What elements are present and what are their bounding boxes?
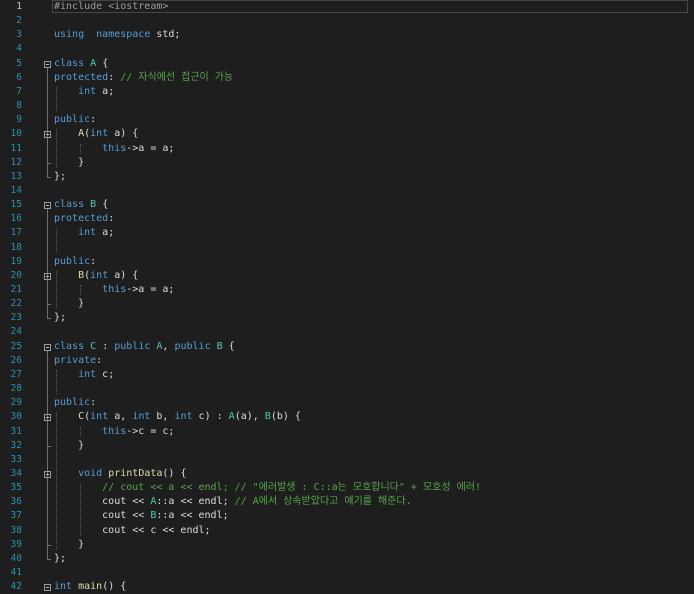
code-line[interactable]: this->a = a; — [54, 142, 174, 156]
code-line[interactable]: } — [54, 297, 84, 311]
line-number: 9 — [16, 114, 22, 126]
collapse-icon[interactable] — [44, 343, 51, 351]
collapse-icon[interactable] — [44, 584, 51, 592]
line-number: 41 — [10, 567, 22, 578]
code-line[interactable]: } — [54, 156, 84, 170]
line-number: 38 — [10, 524, 22, 536]
line-number: 25 — [10, 340, 22, 352]
code-line[interactable]: }; — [54, 311, 66, 325]
code-line[interactable]: class A { — [54, 57, 108, 71]
code-line[interactable]: A(int a) { — [54, 127, 138, 141]
code-line[interactable]: cout << c << endl; — [54, 524, 210, 538]
code-line[interactable]: private: — [54, 354, 102, 368]
line-number: 39 — [10, 538, 22, 550]
line-number: 32 — [10, 439, 22, 451]
line-number: 24 — [10, 326, 22, 338]
code-line[interactable]: public: — [54, 396, 96, 410]
line-number: 12 — [10, 156, 22, 168]
line-number: 10 — [10, 128, 22, 140]
line-number: 8 — [16, 100, 22, 112]
line-number: 33 — [10, 453, 22, 465]
line-number: 17 — [10, 227, 22, 239]
code-line[interactable]: class B { — [54, 198, 108, 212]
line-number: 34 — [10, 467, 22, 479]
code-line[interactable]: }; — [54, 170, 66, 184]
code-line[interactable]: public: — [54, 255, 96, 269]
collapse-icon[interactable] — [44, 131, 51, 139]
line-number: 26 — [10, 354, 22, 366]
code-line[interactable]: using namespace std; — [54, 28, 180, 42]
collapse-icon[interactable] — [44, 202, 51, 210]
code-line[interactable]: C(int a, int b, int c) : A(a), B(b) { — [54, 410, 301, 424]
line-number: 7 — [16, 85, 22, 97]
code-editor[interactable]: 1 2 3 4 5 6 7 8 9 10 11 12 13 14 15 16 17 18 19 20 21 22 23 24 2… — [0, 0, 694, 592]
collapse-icon[interactable] — [44, 60, 51, 68]
code-line[interactable]: int a; — [54, 226, 114, 240]
line-number: 2 — [16, 15, 22, 27]
collapse-icon[interactable] — [44, 470, 51, 478]
line-number: 29 — [10, 397, 22, 409]
code-line[interactable]: protected: — [54, 212, 114, 226]
line-number: 31 — [10, 425, 22, 437]
line-number: 19 — [10, 255, 22, 267]
code-line[interactable]: }; — [54, 552, 66, 566]
line-number: 35 — [10, 482, 22, 494]
line-number: 37 — [10, 510, 22, 522]
line-number: 28 — [10, 383, 22, 395]
line-number: 11 — [10, 142, 22, 154]
code-line[interactable]: cout << A::a << endl; // A에서 상속받았다고 얘기를 … — [54, 495, 411, 509]
line-number: 21 — [10, 284, 22, 295]
code-line[interactable]: protected: // 자식에선 접근이 가능 — [54, 71, 233, 85]
line-number: 16 — [10, 213, 22, 225]
line-number: 27 — [10, 368, 22, 380]
code-line[interactable]: this->a = a; — [54, 283, 174, 297]
line-number: 4 — [16, 43, 22, 55]
code-line[interactable]: int a; — [54, 85, 114, 99]
line-number: 15 — [10, 199, 22, 211]
line-number: 23 — [10, 312, 22, 324]
code-line[interactable]: cout << B::a << endl; — [54, 509, 228, 523]
line-number: 6 — [16, 71, 22, 83]
line-number: 5 — [16, 57, 22, 69]
line-number: 22 — [10, 298, 22, 310]
code-line[interactable]: void printData() { — [54, 467, 186, 481]
code-line[interactable]: // cout << a << endl; // "에러발생 : C::a는 모… — [54, 481, 481, 495]
collapse-icon[interactable] — [44, 272, 51, 280]
code-line[interactable]: #include <iostream> — [54, 0, 168, 14]
code-line[interactable]: B(int a) { — [54, 269, 138, 283]
code-line[interactable]: int main() { — [54, 580, 126, 594]
line-number: 42 — [10, 581, 22, 593]
line-number: 40 — [10, 552, 22, 564]
code-line[interactable]: class C : public A, public B { — [54, 340, 235, 354]
line-number: 30 — [10, 411, 22, 423]
line-number: 14 — [10, 184, 22, 196]
code-line[interactable]: public: — [54, 113, 96, 127]
line-number: 36 — [10, 496, 22, 508]
code-line[interactable]: } — [54, 538, 84, 552]
line-number: 18 — [10, 241, 22, 253]
code-line[interactable]: this->c = c; — [54, 425, 174, 439]
line-number: 3 — [16, 29, 22, 41]
code-line[interactable]: int c; — [54, 368, 114, 382]
collapse-icon[interactable] — [44, 414, 51, 422]
line-number: 1 — [16, 1, 22, 12]
line-number-gutter: 1 2 3 4 5 6 7 8 9 10 11 12 13 14 15 16 17 18 19 20 21 22 23 24 2… — [0, 0, 22, 592]
line-number: 13 — [10, 170, 22, 182]
line-number: 20 — [10, 269, 22, 281]
code-line[interactable]: } — [54, 439, 84, 453]
